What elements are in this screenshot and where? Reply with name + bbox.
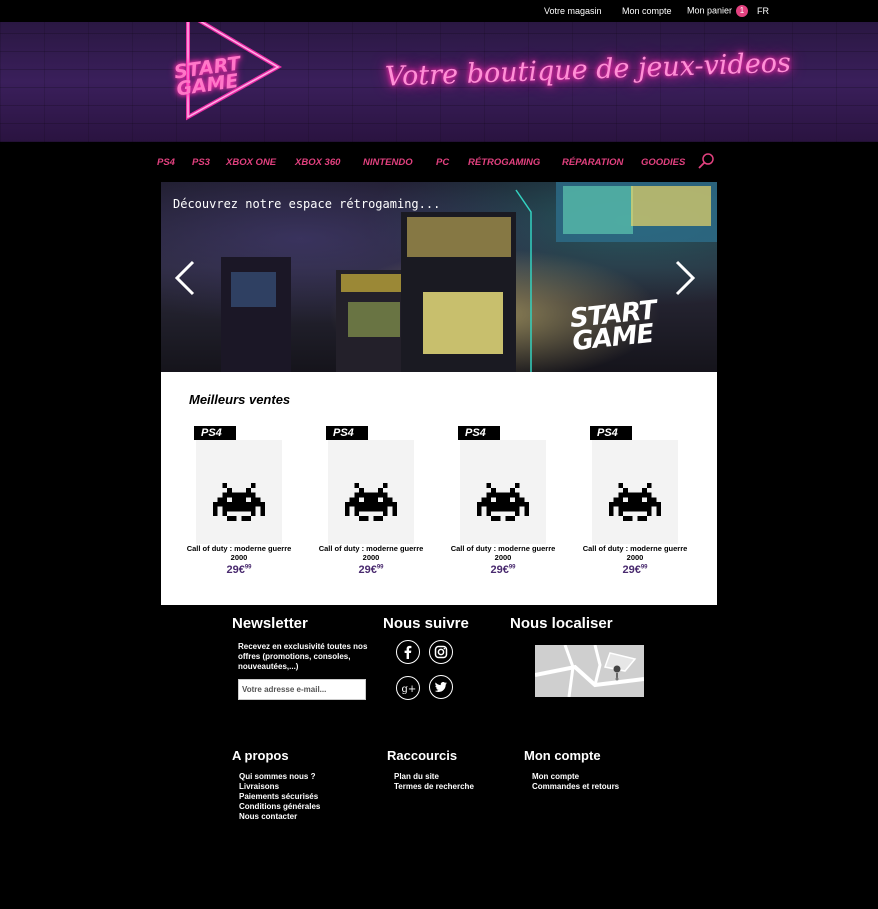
- product-price: 29€99: [580, 564, 690, 576]
- platform-badge: PS4: [194, 426, 236, 440]
- nav-item-reparation[interactable]: RÉPARATION: [562, 157, 623, 168]
- map-thumbnail[interactable]: [535, 645, 644, 697]
- cart-link[interactable]: Mon panier 1: [687, 5, 749, 17]
- about-links: Qui sommes nous ? Livraisons Paiements s…: [239, 772, 320, 822]
- cart-count-badge: 1: [736, 5, 749, 17]
- link-termes-de-recherche[interactable]: Termes de recherche: [394, 782, 474, 792]
- product-image: [592, 440, 678, 544]
- chevron-left-icon[interactable]: [173, 260, 197, 296]
- product-name: Call of duty : moderne guerre 2000: [582, 544, 688, 562]
- banner-caption: Découvrez notre espace rétrogaming...: [173, 197, 441, 211]
- product-image: [196, 440, 282, 544]
- product-price: 29€99: [184, 564, 294, 576]
- nav-item-retrogaming[interactable]: RÉTROGAMING: [468, 157, 540, 168]
- price-cents: 99: [376, 564, 384, 571]
- bestsellers-section: Meilleurs ventes PS4 Call of duty : mode…: [161, 372, 717, 605]
- link-plan-du-site[interactable]: Plan du site: [394, 772, 474, 782]
- newsletter-email-input[interactable]: [238, 679, 366, 700]
- shortcuts-links: Plan du site Termes de recherche: [394, 772, 474, 792]
- product-name: Call of duty : moderne guerre 2000: [450, 544, 556, 562]
- search-icon[interactable]: [697, 152, 715, 170]
- account-title: Mon compte: [524, 748, 601, 763]
- header-banner: START GAME Votre boutique de jeux-videos: [0, 22, 878, 142]
- follow-title: Nous suivre: [383, 615, 469, 632]
- google-plus-icon[interactable]: g+: [396, 676, 420, 700]
- price-cents: 99: [508, 564, 516, 571]
- nav-item-pc[interactable]: PC: [436, 157, 449, 168]
- twitter-icon[interactable]: [429, 675, 453, 699]
- price-main: 29€: [358, 564, 377, 576]
- instagram-icon[interactable]: [429, 640, 453, 664]
- platform-badge: PS4: [458, 426, 500, 440]
- link-conditions-generales[interactable]: Conditions générales: [239, 802, 320, 812]
- shortcuts-title: Raccourcis: [387, 748, 458, 763]
- nav-item-ps4[interactable]: PS4: [157, 157, 175, 168]
- locate-title: Nous localiser: [510, 615, 613, 632]
- price-cents: 99: [244, 564, 252, 571]
- account-links: Mon compte Commandes et retours: [532, 772, 619, 792]
- main-nav: PS4 PS3 XBOX ONE XBOX 360 NINTENDO PC RÉ…: [0, 142, 878, 182]
- product-card[interactable]: PS4 Call of duty : moderne guerre 2000 2…: [319, 426, 436, 586]
- svg-text:g+: g+: [402, 684, 417, 695]
- product-name: Call of duty : moderne guerre 2000: [318, 544, 424, 562]
- nav-item-xbox-one[interactable]: XBOX ONE: [226, 157, 276, 168]
- section-title: Meilleurs ventes: [189, 392, 291, 407]
- product-card[interactable]: PS4 Call of duty : moderne guerre 2000 2…: [583, 426, 700, 586]
- facebook-icon[interactable]: [396, 640, 420, 664]
- link-nous-contacter[interactable]: Nous contacter: [239, 812, 320, 822]
- top-bar: Votre magasin Mon compte Mon panier 1 FR: [0, 0, 878, 22]
- product-price: 29€99: [448, 564, 558, 576]
- hero-carousel: Découvrez notre espace rétrogaming... ST…: [161, 182, 717, 372]
- product-price: 29€99: [316, 564, 426, 576]
- space-invader-icon: [345, 483, 397, 521]
- nav-item-xbox-360[interactable]: XBOX 360: [295, 157, 340, 168]
- link-mon-compte[interactable]: Mon compte: [532, 772, 619, 782]
- platform-badge: PS4: [590, 426, 632, 440]
- chevron-right-icon[interactable]: [673, 260, 697, 296]
- product-image: [328, 440, 414, 544]
- platform-badge: PS4: [326, 426, 368, 440]
- newsletter-title: Newsletter: [232, 615, 308, 632]
- price-main: 29€: [622, 564, 641, 576]
- link-livraisons[interactable]: Livraisons: [239, 782, 320, 792]
- store-link[interactable]: Votre magasin: [544, 6, 602, 16]
- price-main: 29€: [226, 564, 245, 576]
- cart-label: Mon panier: [687, 5, 733, 16]
- product-card[interactable]: PS4 Call of duty : moderne guerre 2000 2…: [451, 426, 568, 586]
- about-title: A propos: [232, 748, 289, 763]
- product-image: [460, 440, 546, 544]
- nav-item-nintendo[interactable]: NINTENDO: [363, 157, 413, 168]
- price-main: 29€: [490, 564, 509, 576]
- tagline: Votre boutique de jeux-videos: [384, 47, 792, 93]
- language-selector[interactable]: FR: [757, 6, 769, 16]
- price-cents: 99: [640, 564, 648, 571]
- account-link[interactable]: Mon compte: [622, 6, 672, 16]
- space-invader-icon: [213, 483, 265, 521]
- product-name: Call of duty : moderne guerre 2000: [186, 544, 292, 562]
- space-invader-icon: [477, 483, 529, 521]
- link-qui-sommes-nous[interactable]: Qui sommes nous ?: [239, 772, 320, 782]
- link-paiements-securises[interactable]: Paiements sécurisés: [239, 792, 320, 802]
- nav-item-goodies[interactable]: GOODIES: [641, 157, 685, 168]
- space-invader-icon: [609, 483, 661, 521]
- link-commandes-et-retours[interactable]: Commandes et retours: [532, 782, 619, 792]
- newsletter-text: Recevez en exclusivité toutes nos offres…: [238, 642, 368, 671]
- product-card[interactable]: PS4 Call of duty : moderne guerre 2000 2…: [187, 426, 304, 586]
- nav-item-ps3[interactable]: PS3: [192, 157, 210, 168]
